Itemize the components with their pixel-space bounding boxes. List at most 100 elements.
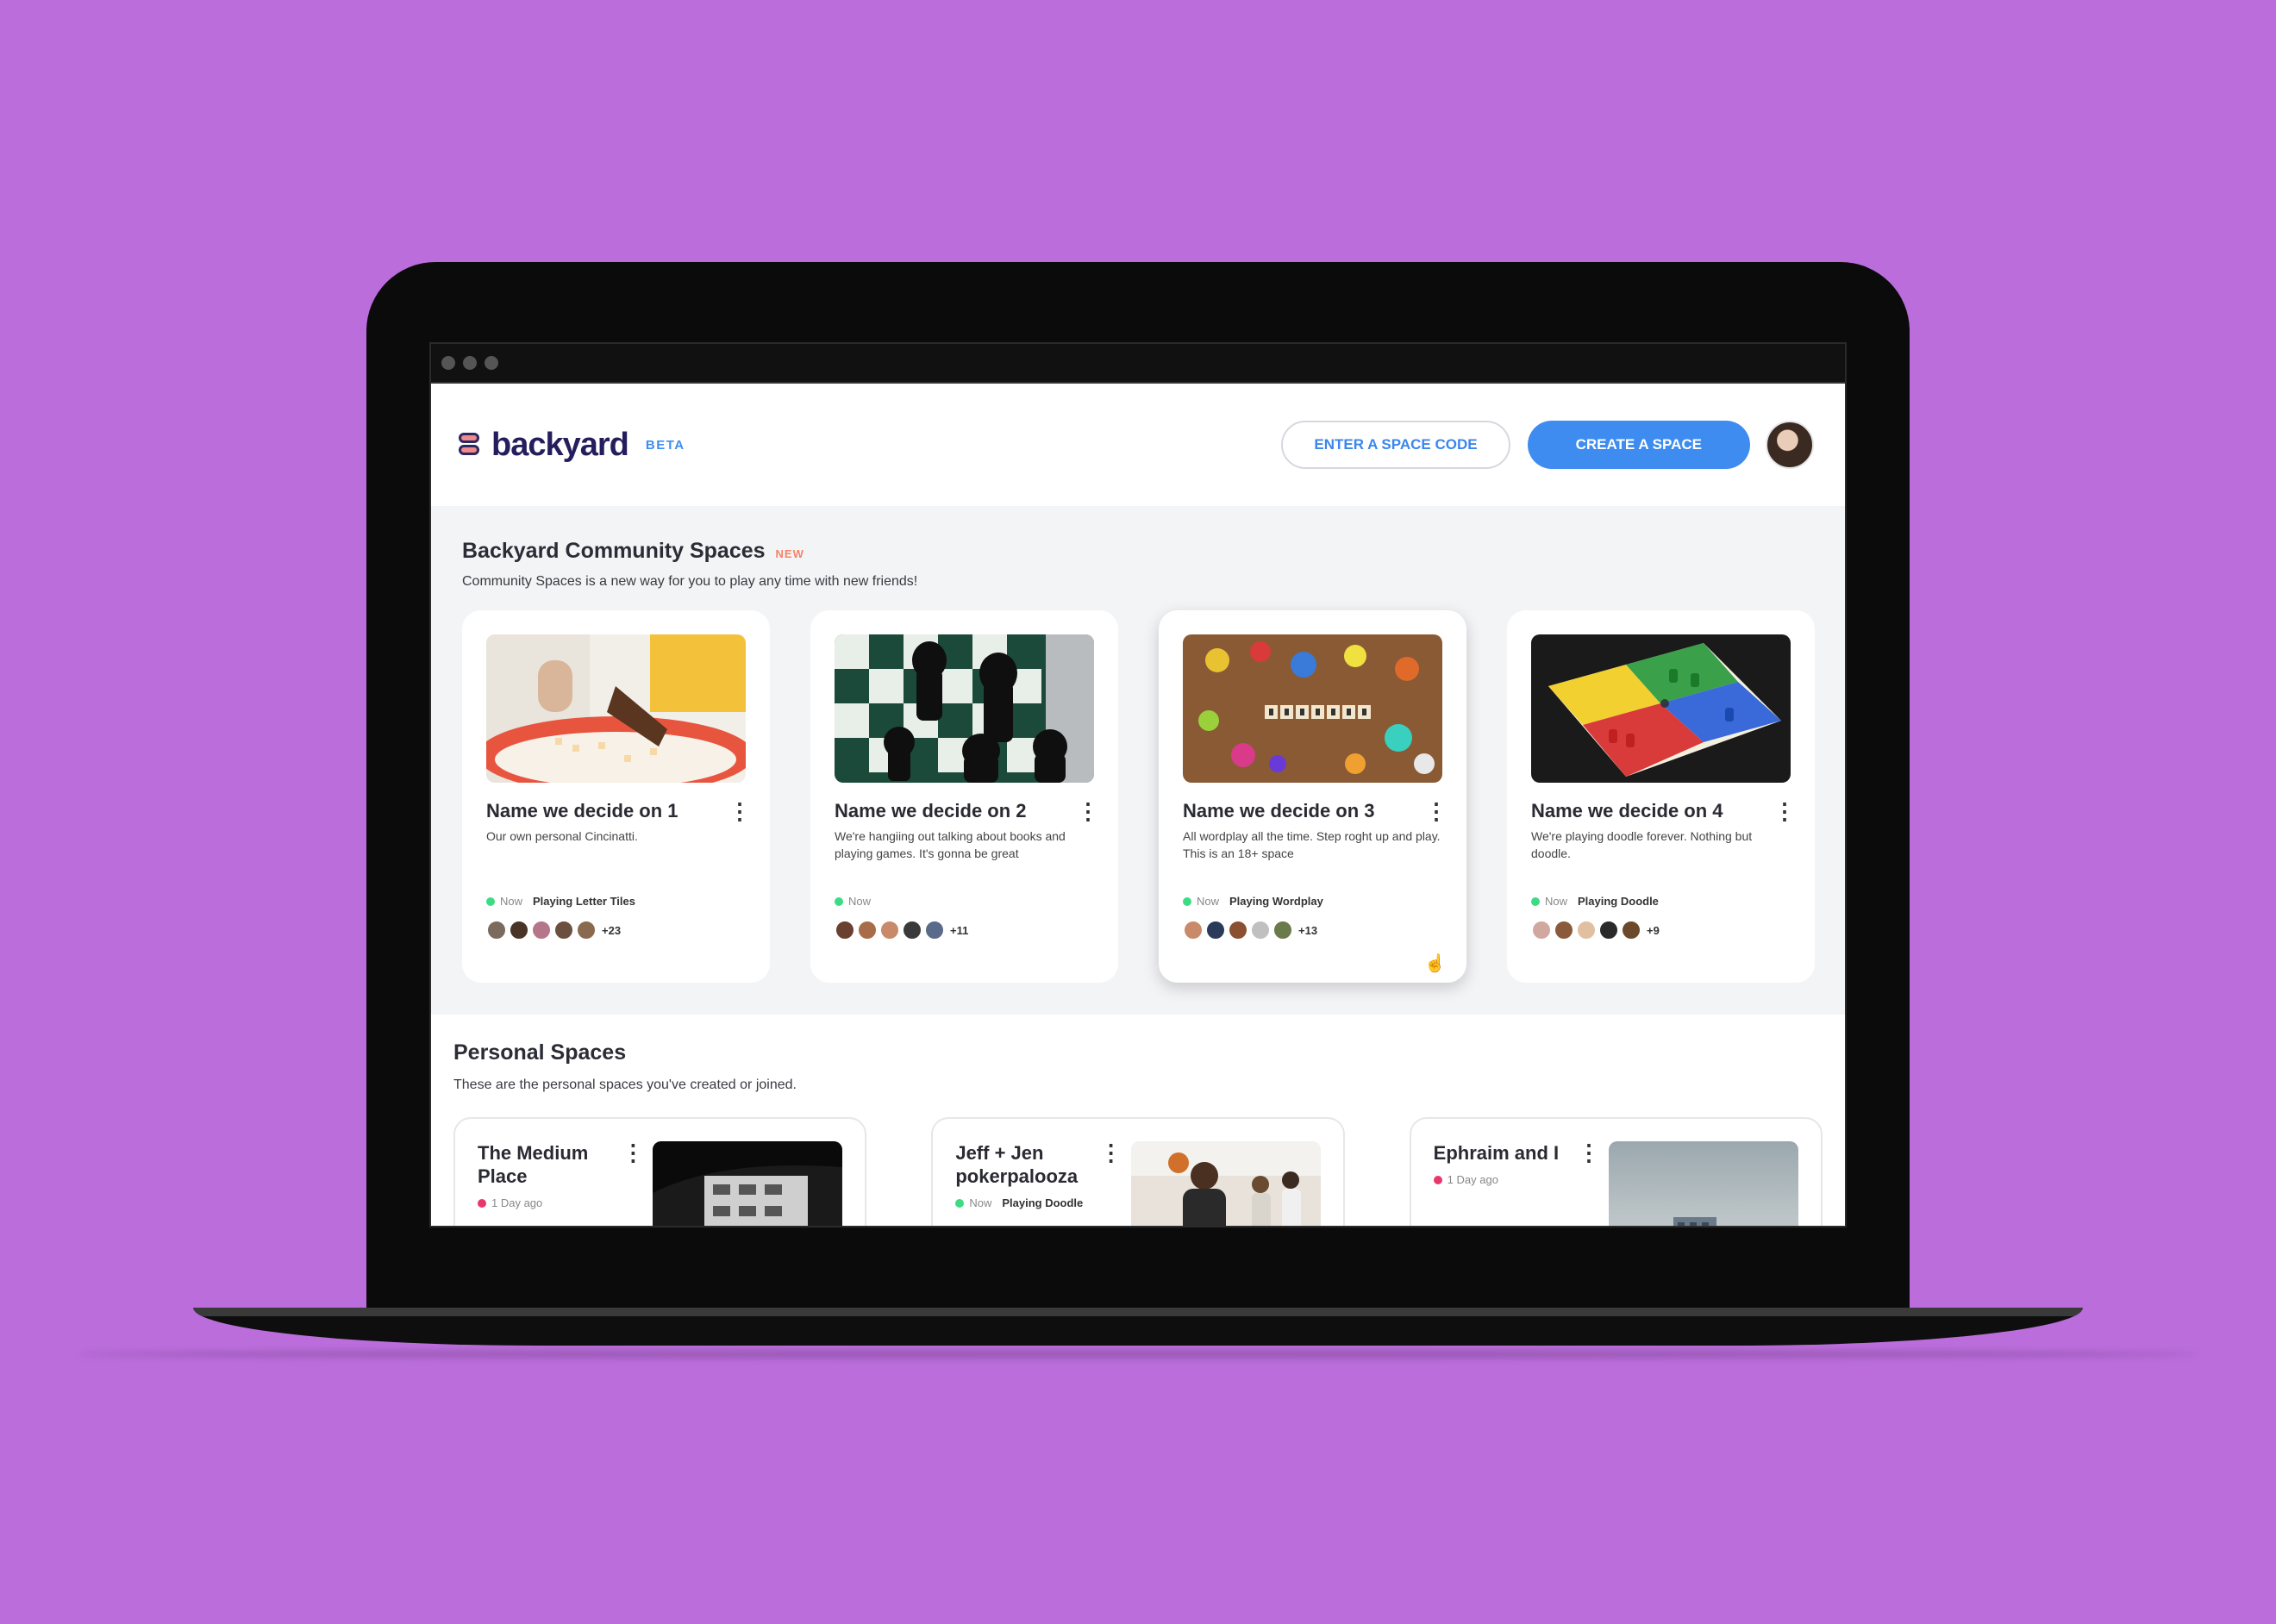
card-image-cityscape — [1608, 1141, 1798, 1226]
personal-space-card[interactable]: The Medium Place ⋮ 1 Day ago — [453, 1117, 867, 1226]
avatar — [1250, 920, 1271, 940]
personal-spaces-section: Personal Spaces These are the personal s… — [431, 1015, 1845, 1226]
community-subtitle: Community Spaces is a new way for you to… — [462, 574, 918, 589]
enter-space-code-button[interactable]: ENTER A SPACE CODE — [1281, 421, 1510, 469]
card-image-letter-tiles — [486, 634, 746, 783]
logo-icon — [457, 433, 481, 457]
card-status: Now Playing Doodle — [955, 1196, 1116, 1209]
card-status: Now Playing Letter Tiles — [486, 895, 746, 908]
card-title: Name we decide on 2 — [835, 800, 1027, 821]
card-title: Ephraim and I — [1433, 1142, 1560, 1164]
member-count: +13 — [1298, 923, 1318, 937]
community-card[interactable]: Name we decide on 1 ⋮ Our own personal C… — [462, 610, 770, 983]
window-maximize-dot[interactable] — [485, 356, 498, 370]
card-title: Name we decide on 1 — [486, 800, 678, 821]
avatar — [1531, 920, 1552, 940]
logo-text: backyard — [491, 426, 629, 463]
window-close-dot[interactable] — [441, 356, 455, 370]
community-card[interactable]: Name we decide on 2 ⋮ We're hangiing out… — [810, 610, 1118, 983]
card-image-wordplay — [1183, 634, 1442, 783]
window-minimize-dot[interactable] — [463, 356, 477, 370]
online-status-dot — [835, 896, 843, 906]
avatar — [1228, 920, 1248, 940]
status-now: Now — [848, 895, 872, 908]
card-status: Now Playing Doodle — [1531, 895, 1791, 908]
personal-title: Personal Spaces — [453, 1040, 627, 1065]
playing-game: Playing Letter Tiles — [533, 895, 635, 908]
avatar — [576, 920, 597, 940]
avatar — [835, 920, 855, 940]
avatar — [1554, 920, 1574, 940]
kebab-menu-icon[interactable]: ⋮ — [1578, 1141, 1600, 1164]
avatar — [531, 920, 552, 940]
kebab-menu-icon[interactable]: ⋮ — [1425, 800, 1448, 822]
member-avatars: +11 — [835, 920, 1094, 940]
kebab-menu-icon[interactable]: ⋮ — [1100, 1141, 1122, 1164]
beta-badge: BETA — [645, 437, 685, 453]
community-title: Backyard Community Spaces — [462, 539, 766, 563]
laptop-base — [193, 1308, 2083, 1346]
kebab-menu-icon[interactable]: ⋮ — [622, 1141, 644, 1164]
member-avatars: +13 — [1183, 920, 1442, 940]
playing-game: Playing Doodle — [1002, 1196, 1084, 1209]
app-header: backyard BETA ENTER A SPACE CODE CREATE … — [431, 384, 1845, 506]
online-status-dot — [1183, 896, 1191, 906]
avatar — [857, 920, 878, 940]
kebab-menu-icon[interactable]: ⋮ — [728, 800, 751, 822]
card-image-chess — [835, 634, 1094, 783]
card-status: Now — [835, 895, 1094, 908]
card-image-ludo — [1531, 634, 1791, 783]
card-image-basketball — [1130, 1141, 1321, 1226]
community-card[interactable]: Name we decide on 4 ⋮ We're playing dood… — [1507, 610, 1815, 983]
avatar — [1598, 920, 1619, 940]
browser-window: backyard BETA ENTER A SPACE CODE CREATE … — [429, 342, 1847, 1227]
avatar — [1576, 920, 1597, 940]
logo[interactable]: backyard BETA — [457, 427, 685, 464]
avatar — [879, 920, 900, 940]
member-count: +11 — [950, 923, 969, 937]
card-description: All wordplay all the time. Step roght up… — [1183, 829, 1441, 860]
card-status: Now Playing Wordplay — [1183, 895, 1442, 908]
status-now: Now — [1197, 895, 1220, 908]
user-avatar[interactable] — [1766, 421, 1814, 469]
card-title: Name we decide on 3 — [1183, 800, 1375, 821]
card-description: Our own personal Cincinatti. — [486, 829, 638, 843]
member-count: +9 — [1647, 923, 1660, 937]
member-avatars: +23 — [486, 920, 746, 940]
card-status: 1 Day ago — [478, 1196, 639, 1209]
card-image-building — [653, 1141, 843, 1226]
member-avatars: +9 — [1531, 920, 1791, 940]
kebab-menu-icon[interactable]: ⋮ — [1773, 800, 1796, 822]
card-description: We're hangiing out talking about books a… — [835, 829, 1066, 860]
last-active: 1 Day ago — [491, 1196, 543, 1209]
laptop-shadow — [78, 1350, 2198, 1359]
window-titlebar — [431, 344, 1845, 384]
community-spaces-section: Backyard Community Spaces NEW Community … — [431, 506, 1845, 1015]
avatar — [509, 920, 529, 940]
avatar — [1205, 920, 1226, 940]
card-description: We're playing doodle forever. Nothing bu… — [1531, 829, 1753, 860]
new-badge: NEW — [775, 547, 804, 560]
playing-game: Playing Wordplay — [1229, 895, 1323, 908]
card-title: Jeff + Jen pokerpalooza — [955, 1142, 1079, 1187]
avatar — [902, 920, 922, 940]
kebab-menu-icon[interactable]: ⋮ — [1077, 800, 1099, 822]
avatar — [486, 920, 507, 940]
pointer-cursor-icon: ☝ — [1424, 954, 1446, 973]
personal-space-card[interactable]: Jeff + Jen pokerpalooza ⋮ Now Playing Do… — [931, 1117, 1345, 1226]
card-title: The Medium Place — [478, 1142, 589, 1187]
community-card[interactable]: Name we decide on 3 ⋮ All wordplay all t… — [1159, 610, 1466, 983]
playing-game: Playing Doodle — [1578, 895, 1659, 908]
online-status-dot — [1531, 896, 1540, 906]
status-now: Now — [1545, 895, 1568, 908]
member-count: +23 — [602, 923, 622, 937]
create-space-button[interactable]: CREATE A SPACE — [1527, 421, 1750, 469]
online-status-dot — [955, 1198, 965, 1208]
personal-space-card[interactable]: Ephraim and I ⋮ 1 Day ago — [1409, 1117, 1823, 1226]
offline-status-dot — [478, 1198, 486, 1208]
personal-subtitle: These are the personal spaces you've cre… — [453, 1077, 797, 1092]
status-now: Now — [500, 895, 523, 908]
avatar — [1183, 920, 1204, 940]
avatar — [1621, 920, 1641, 940]
card-status: 1 Day ago — [1433, 1173, 1595, 1186]
